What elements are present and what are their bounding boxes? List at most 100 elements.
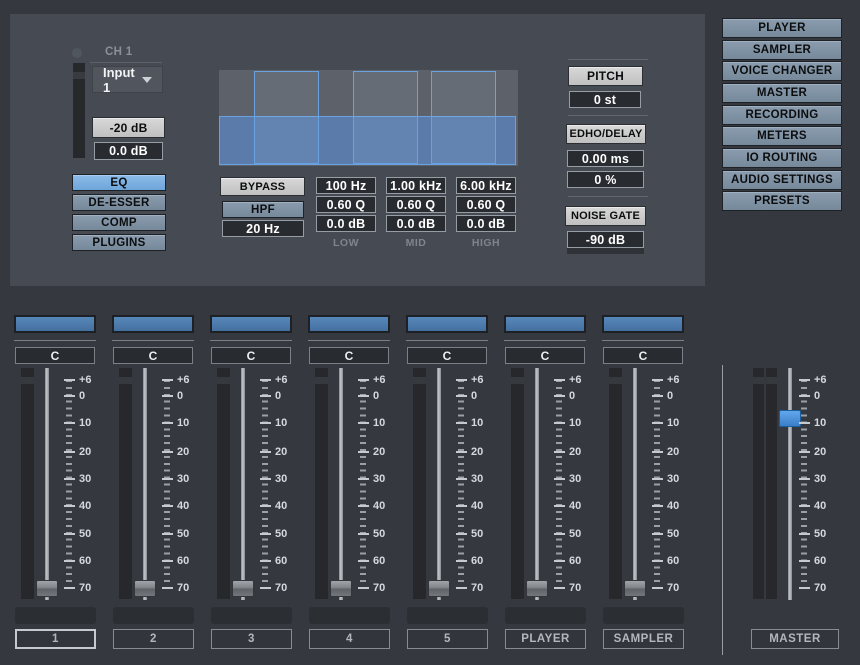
strip-label-button-master[interactable]: MASTER — [751, 629, 839, 649]
fader-handle[interactable] — [330, 580, 352, 597]
strip-label-button-3[interactable]: 3 — [211, 629, 292, 649]
fader-track[interactable] — [143, 368, 147, 600]
fader-handle[interactable] — [428, 580, 450, 597]
fader-handle[interactable] — [134, 580, 156, 597]
fader-scale-label: 30 — [569, 472, 581, 486]
eq-low-freq-box[interactable]: 100 Hz — [316, 177, 376, 194]
fader-scale-tick — [554, 379, 565, 381]
eq-mid-gain-box[interactable]: 0.0 dB — [386, 215, 446, 232]
fader-scale-label: 10 — [275, 416, 287, 430]
master-fader-track[interactable] — [788, 368, 792, 600]
fader-track[interactable] — [633, 368, 637, 600]
sidebar-item-voice-changer[interactable]: VOICE CHANGER — [722, 61, 842, 81]
strip-label-button-player[interactable]: PLAYER — [505, 629, 586, 649]
fader-scale-label: 20 — [177, 445, 189, 459]
tab-plugins[interactable]: PLUGINS — [72, 234, 166, 251]
scribble-strip[interactable] — [407, 607, 488, 624]
fader-scale-tick — [162, 533, 173, 535]
sidebar-item-master[interactable]: MASTER — [722, 83, 842, 103]
fader-track[interactable] — [437, 368, 441, 600]
channel-select-button[interactable] — [308, 315, 390, 333]
gain-value-box[interactable]: 0.0 dB — [94, 142, 163, 160]
sidebar-item-io-routing[interactable]: IO ROUTING — [722, 148, 842, 168]
channel-select-button[interactable] — [406, 315, 488, 333]
tab-eq[interactable]: EQ — [72, 174, 166, 191]
fader-handle[interactable] — [624, 580, 646, 597]
pan-control[interactable]: C — [211, 347, 291, 364]
channel-select-button[interactable] — [602, 315, 684, 333]
pan-control[interactable]: C — [407, 347, 487, 364]
fader-scale-label: +6 — [275, 373, 288, 387]
player-strip: C +6010203040506070 PLAYER — [498, 310, 596, 660]
eq-band-region-high[interactable] — [431, 71, 496, 164]
eq-low-gain-box[interactable]: 0.0 dB — [316, 215, 376, 232]
eq-mid-q-box[interactable]: 0.60 Q — [386, 196, 446, 213]
strip-label-button-2[interactable]: 2 — [113, 629, 194, 649]
strip-label-button-sampler[interactable]: SAMPLER — [603, 629, 684, 649]
fader-scale-label: 70 — [79, 581, 91, 595]
scribble-strip[interactable] — [113, 607, 194, 624]
master-fader-handle[interactable] — [779, 410, 801, 427]
channel-select-button[interactable] — [210, 315, 292, 333]
channel-select-button[interactable] — [112, 315, 194, 333]
fader-track[interactable] — [241, 368, 245, 600]
level-meter — [609, 368, 622, 599]
eq-graph-display[interactable] — [219, 70, 518, 166]
eq-high-gain-box[interactable]: 0.0 dB — [456, 215, 516, 232]
pan-control[interactable]: C — [15, 347, 95, 364]
scribble-strip[interactable] — [505, 607, 586, 624]
fader-track[interactable] — [535, 368, 539, 600]
level-meter — [119, 368, 132, 599]
fader-track[interactable] — [45, 368, 49, 600]
scribble-strip[interactable] — [603, 607, 684, 624]
gain-pad-button[interactable]: -20 dB — [92, 117, 165, 138]
sidebar-item-player[interactable]: PLAYER — [722, 18, 842, 38]
eq-high-freq-box[interactable]: 6.00 kHz — [456, 177, 516, 194]
channel-select-button[interactable] — [504, 315, 586, 333]
fader-scale-tick — [260, 505, 271, 507]
echo-delay-button[interactable]: EDHO/DELAY — [566, 124, 646, 144]
eq-band-region-mid[interactable] — [353, 71, 418, 164]
fader-scale-tick — [64, 379, 75, 381]
eq-band-region-low[interactable] — [254, 71, 319, 164]
sidebar-item-sampler[interactable]: SAMPLER — [722, 40, 842, 60]
sidebar-item-audio-settings[interactable]: AUDIO SETTINGS — [722, 170, 842, 190]
input-select-value: Input 1 — [103, 65, 142, 95]
hpf-button[interactable]: HPF — [222, 201, 304, 218]
scribble-strip[interactable] — [15, 607, 96, 624]
fader-scale-label: 0 — [471, 389, 477, 403]
fader-scale: +6010203040506070 — [456, 370, 498, 600]
pan-control[interactable]: C — [505, 347, 585, 364]
noise-gate-button[interactable]: NOISE GATE — [565, 206, 646, 226]
strip-label-button-4[interactable]: 4 — [309, 629, 390, 649]
strip-label-button-1[interactable]: 1 — [15, 629, 96, 649]
pan-control[interactable]: C — [309, 347, 389, 364]
tab-de-esser[interactable]: DE-ESSER — [72, 194, 166, 211]
fader-handle[interactable] — [232, 580, 254, 597]
eq-low-q-box[interactable]: 0.60 Q — [316, 196, 376, 213]
fader-scale-tick — [162, 505, 173, 507]
strip-label-button-5[interactable]: 5 — [407, 629, 488, 649]
scribble-strip[interactable] — [211, 607, 292, 624]
sidebar-item-presets[interactable]: PRESETS — [722, 191, 842, 211]
hpf-freq-box[interactable]: 20 Hz — [222, 220, 304, 237]
gate-threshold-box[interactable]: -90 dB — [567, 231, 644, 248]
eq-mid-freq-box[interactable]: 1.00 kHz — [386, 177, 446, 194]
pitch-button[interactable]: PITCH — [568, 66, 643, 86]
delay-time-box[interactable]: 0.00 ms — [567, 150, 644, 167]
eq-bypass-button[interactable]: BYPASS — [220, 177, 305, 196]
pan-control[interactable]: C — [113, 347, 193, 364]
input-select-dropdown[interactable]: Input 1 — [92, 66, 163, 93]
sidebar-item-recording[interactable]: RECORDING — [722, 105, 842, 125]
scribble-strip[interactable] — [309, 607, 390, 624]
pan-control[interactable]: C — [603, 347, 683, 364]
delay-mix-box[interactable]: 0 % — [567, 171, 644, 188]
tab-comp[interactable]: COMP — [72, 214, 166, 231]
fader-handle[interactable] — [526, 580, 548, 597]
channel-select-button[interactable] — [14, 315, 96, 333]
fader-handle[interactable] — [36, 580, 58, 597]
eq-high-q-box[interactable]: 0.60 Q — [456, 196, 516, 213]
sidebar-item-meters[interactable]: METERS — [722, 126, 842, 146]
fader-track[interactable] — [339, 368, 343, 600]
pitch-value-box[interactable]: 0 st — [569, 91, 641, 108]
